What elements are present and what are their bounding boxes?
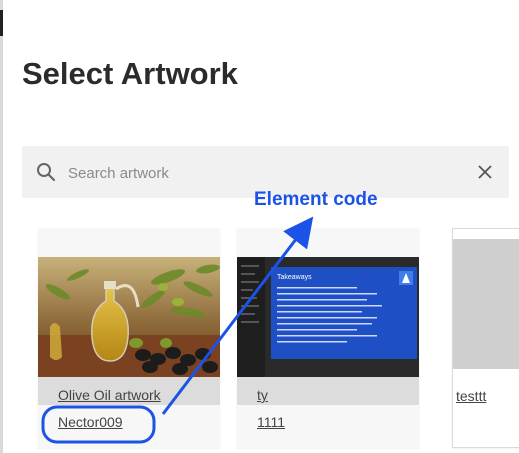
close-icon[interactable] bbox=[477, 164, 493, 180]
artwork-card-ty[interactable]: Takeaways ty 1111 bbox=[237, 228, 419, 448]
annotation-label: Element code bbox=[254, 189, 378, 210]
artwork-thumbnail: Takeaways bbox=[237, 257, 419, 377]
window-left-edge bbox=[0, 0, 3, 453]
artwork-code-link[interactable]: 1111 bbox=[257, 414, 285, 430]
olive-oil-image bbox=[38, 257, 220, 377]
artwork-code-link[interactable]: Nector009 bbox=[58, 414, 123, 430]
search-icon bbox=[37, 163, 56, 182]
artwork-card-testtt[interactable]: testtt bbox=[452, 228, 519, 448]
artwork-card-olive-oil[interactable]: Olive Oil artwork Nector009 bbox=[38, 228, 220, 448]
artwork-thumbnail bbox=[38, 257, 220, 377]
artwork-name-link[interactable]: ty bbox=[257, 387, 268, 403]
slide-heading: Takeaways bbox=[277, 274, 312, 281]
window-left-marker bbox=[0, 10, 3, 36]
artwork-thumbnail-placeholder bbox=[453, 239, 519, 369]
search-input[interactable] bbox=[66, 157, 460, 189]
slide-image: Takeaways bbox=[237, 257, 419, 377]
artwork-name-link[interactable]: testtt bbox=[456, 388, 486, 404]
dialog-title: Select Artwork bbox=[22, 56, 238, 91]
artwork-name-link[interactable]: Olive Oil artwork bbox=[58, 387, 161, 403]
